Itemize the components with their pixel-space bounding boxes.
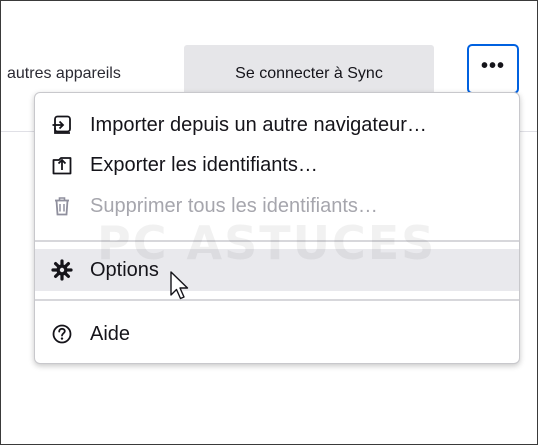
help-icon — [51, 323, 73, 345]
menu-item-label: Exporter les identifiants… — [90, 153, 318, 176]
more-icon: ••• — [480, 55, 505, 77]
mouse-cursor-icon — [170, 271, 189, 300]
menu-item-import[interactable]: Importer depuis un autre navigateur… — [35, 105, 519, 145]
menu-separator — [35, 240, 519, 242]
menu-item-label: Aide — [90, 322, 131, 345]
menu-item-label: Importer depuis un autre navigateur… — [90, 113, 427, 136]
menu-item-help[interactable]: Aide — [35, 314, 519, 354]
export-icon — [51, 154, 73, 176]
trash-icon — [51, 195, 73, 217]
actions-menu: Importer depuis un autre navigateur… Exp… — [34, 92, 520, 364]
menu-item-delete-all[interactable]: Supprimer tous les identifiants… — [35, 186, 519, 226]
menu-item-options[interactable]: Options — [35, 249, 519, 291]
more-options-button[interactable]: ••• — [467, 44, 519, 94]
menu-item-label: Options — [90, 258, 159, 281]
gear-icon — [51, 259, 73, 281]
devices-text: autres appareils — [7, 65, 121, 82]
menu-separator — [35, 299, 519, 301]
menu-item-label: Supprimer tous les identifiants… — [90, 194, 378, 217]
import-icon — [51, 114, 73, 136]
window-frame: autres appareils Se connecter à Sync •••… — [0, 0, 538, 445]
menu-item-export[interactable]: Exporter les identifiants… — [35, 145, 519, 185]
